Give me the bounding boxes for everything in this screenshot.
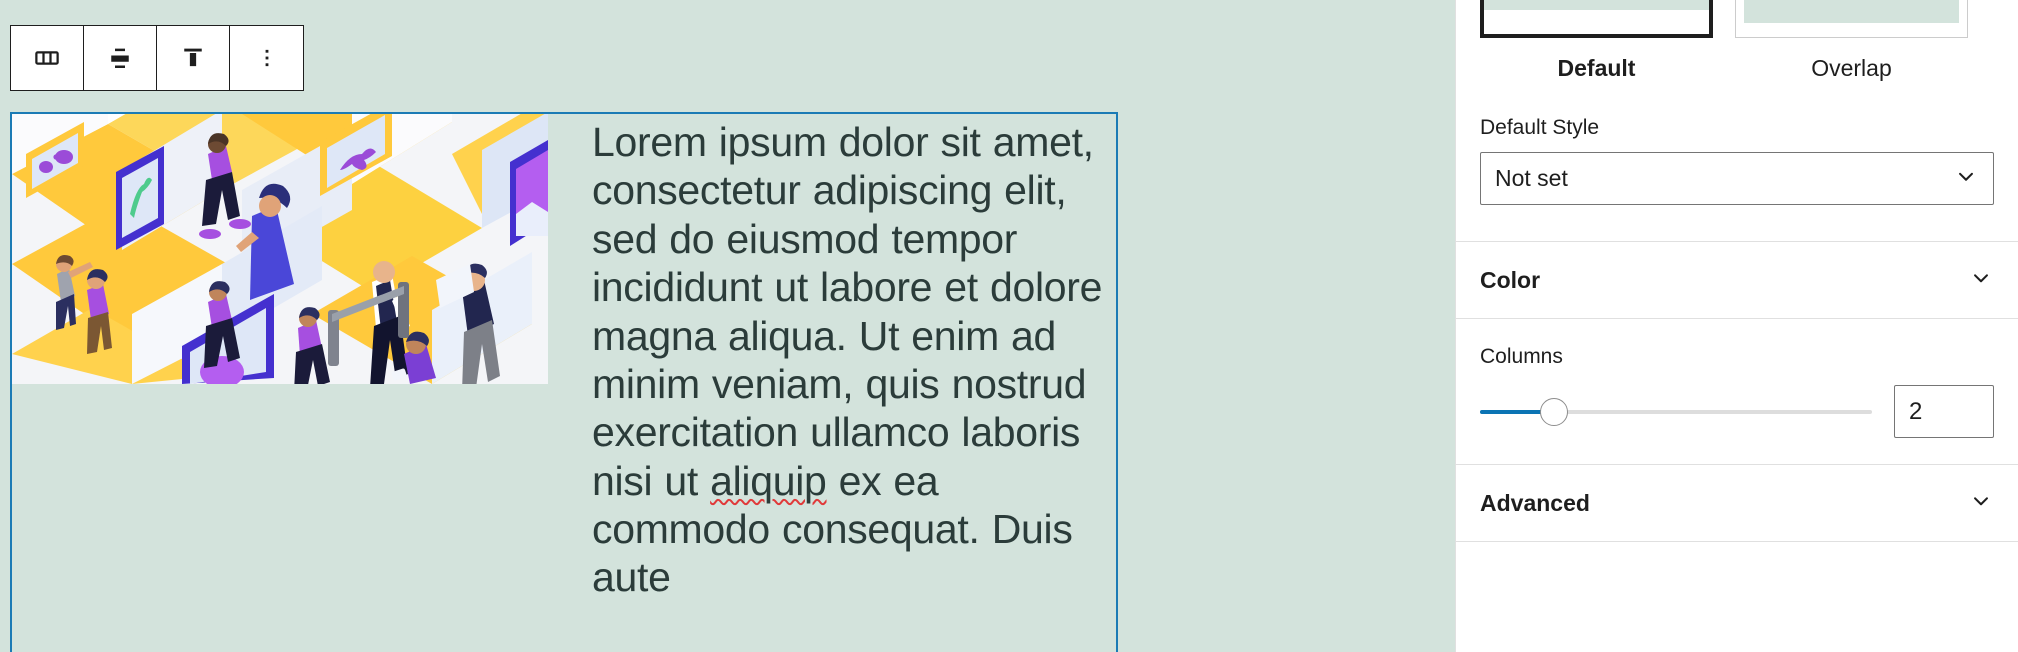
toolbar-columns-block-type-button[interactable] [11,26,84,90]
style-label-default: Default [1557,55,1636,81]
chevron-down-icon [1953,163,1979,194]
kebab-menu-icon [254,45,280,71]
style-preview-default: interdum et. [1480,0,1713,38]
columns-icon [32,43,62,73]
paragraph-text[interactable]: Lorem ipsum dolor sit amet, consectetur … [592,118,1116,602]
style-preview-overlap: aliquet ligula. Sed vel mauris nec enim. [1735,0,1968,38]
divider [1456,541,2018,542]
default-style-select[interactable]: Not set [1480,152,1994,205]
columns-label: Columns [1480,345,1563,368]
toolbar-vertical-align-button[interactable] [84,26,157,90]
style-option-default[interactable]: interdum et. Default [1480,0,1713,82]
gallery-illustration-image [12,114,548,384]
slider-thumb-handle[interactable] [1540,397,1569,426]
block-settings-sidebar: interdum et. Default aliquet ligula. Sed… [1455,0,2018,652]
columns-block[interactable]: Lorem ipsum dolor sit amet, consectetur … [10,112,1118,652]
chevron-down-icon [1968,488,1994,519]
default-style-label: Default Style [1480,116,1600,139]
columns-range-control: Columns 2 [1456,345,2018,464]
editor-canvas: Lorem ipsum dolor sit amet, consectetur … [0,0,1455,652]
divider [1456,318,2018,319]
default-style-control: Default Style Not set [1456,116,2018,241]
style-preview-default-content: interdum et. [1484,0,1709,10]
block-toolbar [10,25,304,91]
style-label-overlap: Overlap [1811,55,1892,81]
block-editor-window: Lorem ipsum dolor sit amet, consectetur … [0,0,2018,652]
paragraph-text-before: Lorem ipsum dolor sit amet, consectetur … [592,119,1103,504]
align-middle-icon [105,43,135,73]
align-top-icon [178,43,208,73]
columns-slider-row: 2 [1480,385,1994,438]
advanced-panel-header[interactable]: Advanced [1456,465,2018,541]
columns-slider[interactable] [1480,394,1872,430]
toolbar-align-top-button[interactable] [157,26,230,90]
column-text[interactable]: Lorem ipsum dolor sit amet, consectetur … [548,114,1116,652]
block-styles-list: interdum et. Default aliquet ligula. Sed… [1456,0,2018,82]
columns-number-input[interactable]: 2 [1894,385,1994,438]
misspelled-word: aliquip [710,457,827,504]
default-style-value: Not set [1495,165,1568,191]
chevron-down-icon [1968,265,1994,296]
toolbar-more-options-button[interactable] [230,26,303,90]
color-panel-title: Color [1480,266,1541,293]
columns-number-value: 2 [1909,397,1923,425]
advanced-panel-title: Advanced [1480,489,1590,516]
style-preview-overlap-content: aliquet ligula. Sed vel mauris nec enim. [1744,0,1959,23]
column-image[interactable] [12,114,548,384]
color-panel-header[interactable]: Color [1456,242,2018,318]
style-option-overlap[interactable]: aliquet ligula. Sed vel mauris nec enim.… [1735,0,1968,82]
